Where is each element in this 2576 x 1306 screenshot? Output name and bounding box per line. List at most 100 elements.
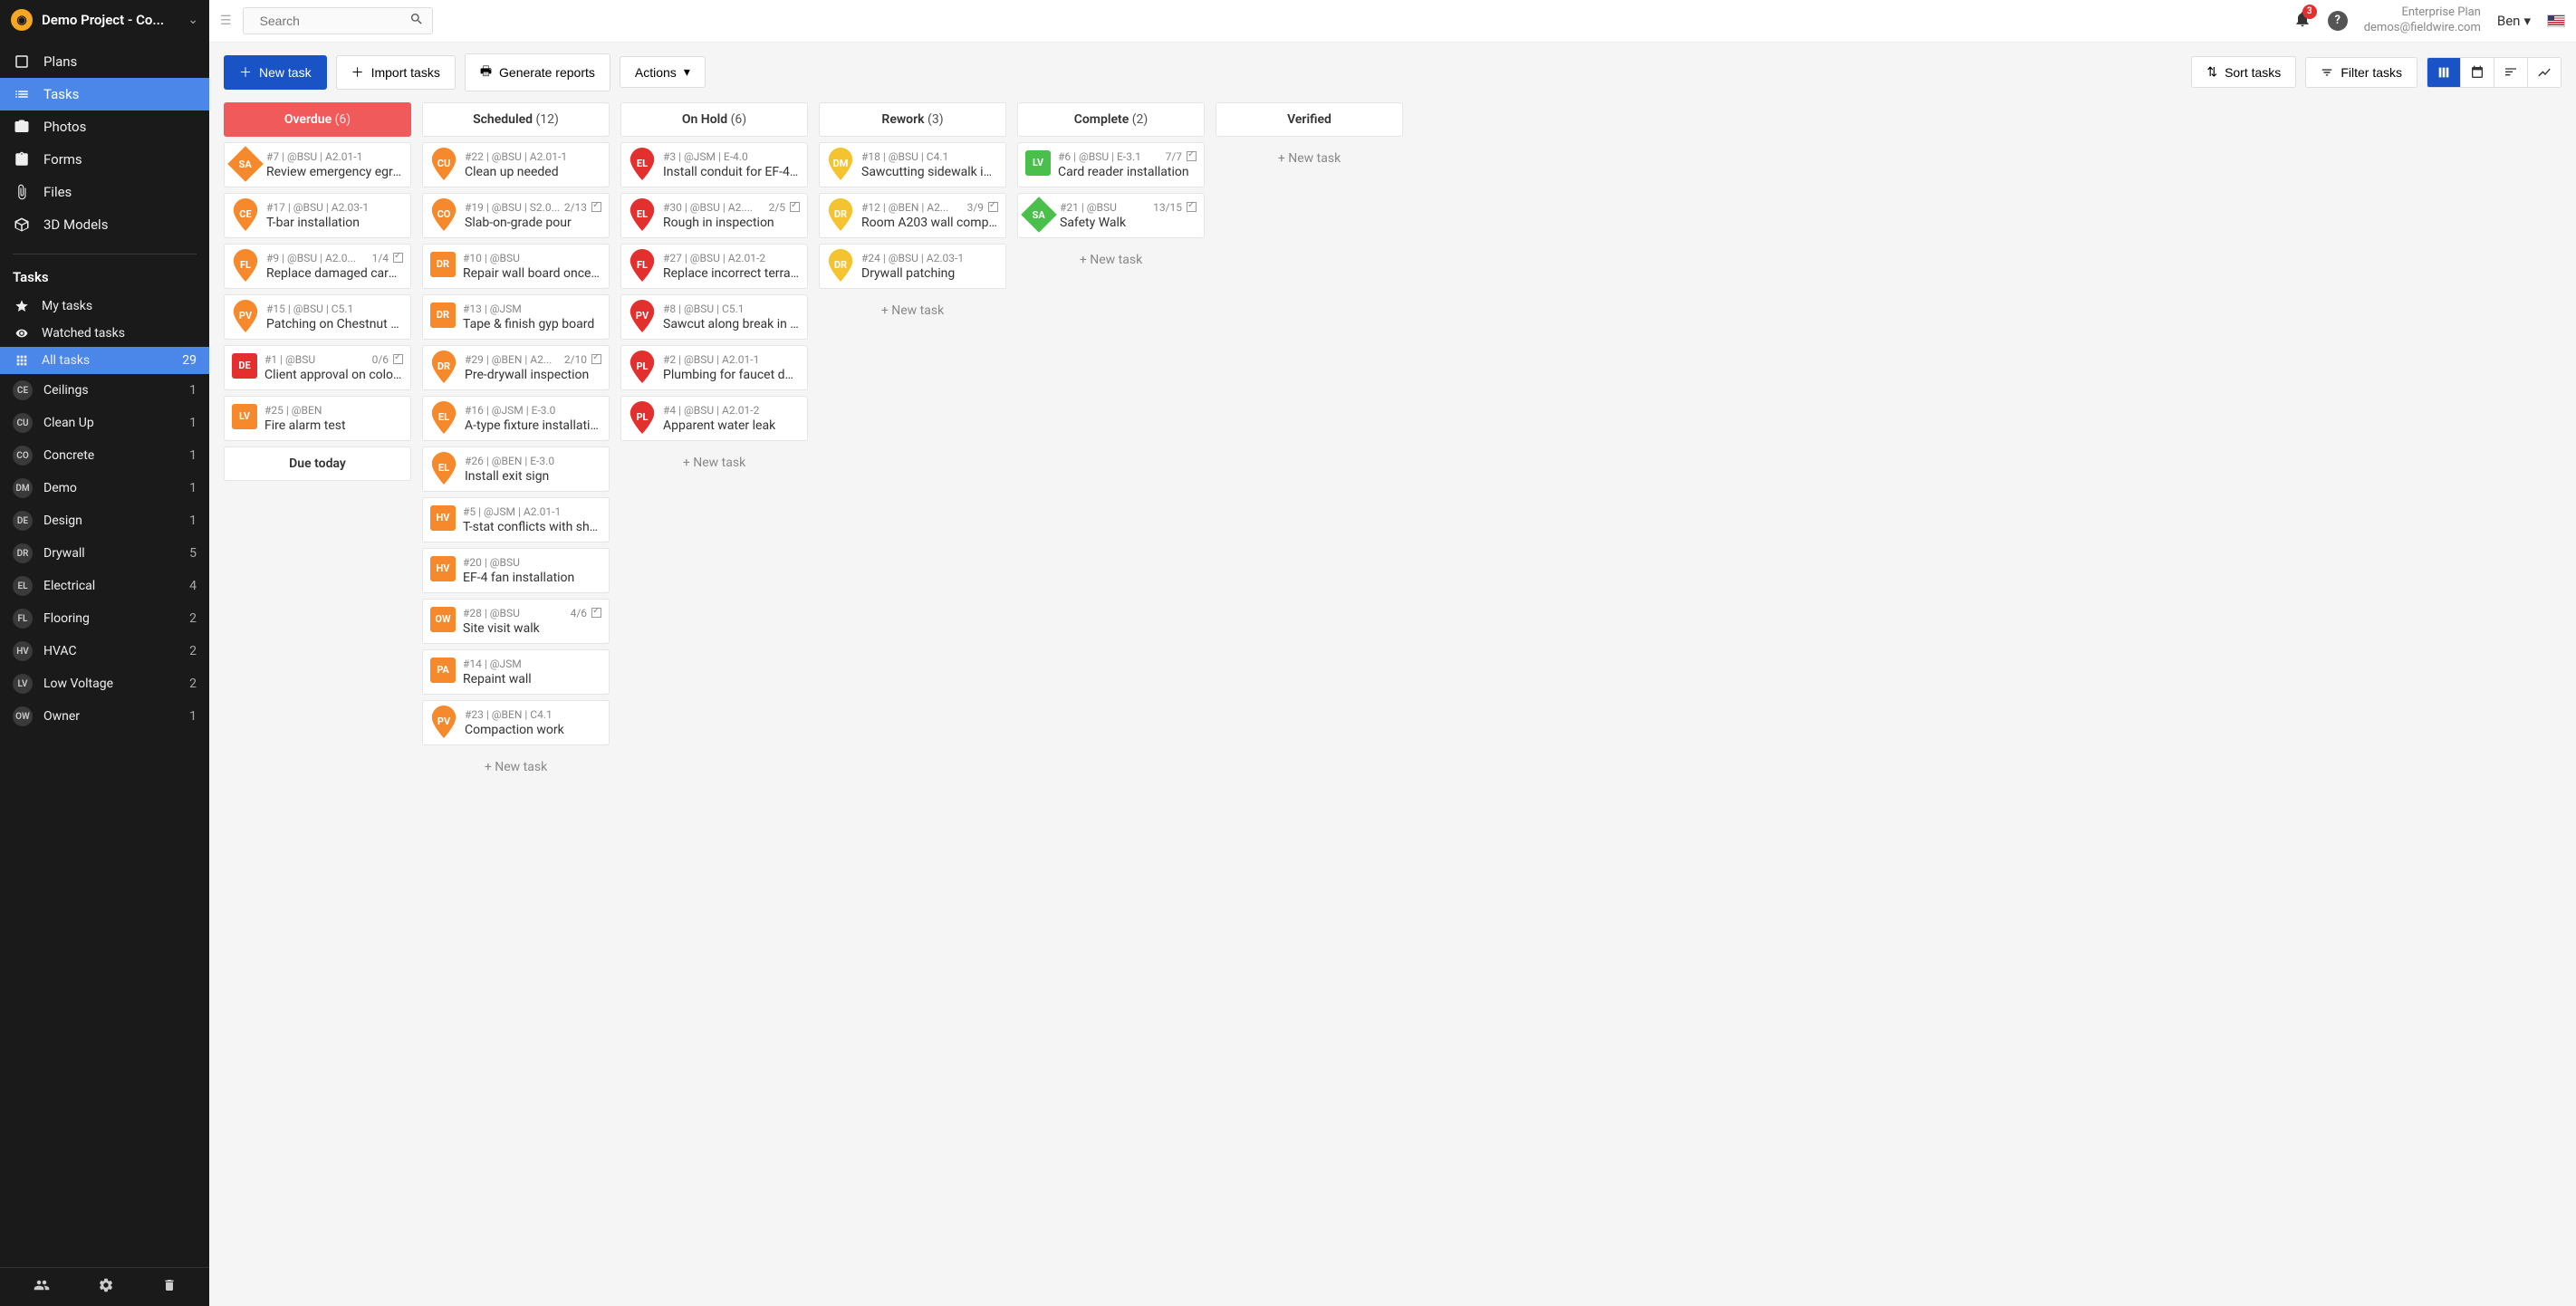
project-switcher[interactable]: ◉ Demo Project - Co... ⌄ [0,0,209,40]
column-header[interactable]: Complete (2) [1017,102,1205,137]
task-card[interactable]: EL#26 | @BEN | E-3.0Install exit sign [422,447,610,492]
task-card[interactable]: CO#19 | @BSU | S2.0...2/13 Slab-on-grade… [422,193,610,238]
add-task-button[interactable]: + New task [620,447,808,479]
task-title: Repaint wall [463,672,601,687]
category-el[interactable]: ELElectrical4 [0,570,209,602]
category-count: 1 [189,416,197,430]
task-card[interactable]: EL#30 | @BSU | A2....2/5 Rough in inspec… [620,193,808,238]
people-icon[interactable] [33,1277,51,1297]
category-lv[interactable]: LVLow Voltage2 [0,667,209,700]
task-title: Apparent water leak [663,418,800,433]
task-card[interactable]: PL#4 | @BSU | A2.01-2Apparent water leak [620,396,808,441]
task-card[interactable]: OW#28 | @BSU4/6 Site visit walk [422,599,610,644]
task-card[interactable]: CU#22 | @BSU | A2.01-1Clean up needed [422,142,610,187]
task-card[interactable]: DR#10 | @BSURepair wall board once t... [422,244,610,289]
task-card[interactable]: FL#9 | @BSU | A2.0...1/4 Replace damaged… [224,244,411,289]
column-header[interactable]: Rework (3) [819,102,1006,137]
task-card[interactable]: EL#16 | @JSM | E-3.0A-type fixture insta… [422,396,610,441]
task-card[interactable]: DM#18 | @BSU | C4.1Sawcutting sidewalk i… [819,142,1006,187]
column-header[interactable]: Overdue (6) [224,102,411,137]
column-header[interactable]: Scheduled (12) [422,102,610,137]
column-title: Rework [881,112,924,127]
category-ow[interactable]: OWOwner1 [0,700,209,733]
task-card[interactable]: PV#15 | @BSU | C5.1Patching on Chestnut … [224,294,411,340]
view-kanban-button[interactable] [2427,58,2461,87]
gear-icon[interactable] [98,1277,114,1297]
task-meta: #1 | @BSU [264,353,315,366]
task-card[interactable]: PV#23 | @BEN | C4.1Compaction work [422,700,610,745]
search-input[interactable] [243,7,433,34]
task-card[interactable]: FL#27 | @BSU | A2.01-2Replace incorrect … [620,244,808,289]
filter-all[interactable]: All tasks29 [0,347,209,374]
filter-tasks-button[interactable]: Filter tasks [2305,57,2417,88]
task-card[interactable]: EL#3 | @JSM | E-4.0Install conduit for E… [620,142,808,187]
add-task-button[interactable]: + New task [1017,244,1205,276]
task-card[interactable]: DR#29 | @BEN | A2...2/10 Pre-drywall ins… [422,345,610,390]
category-badge: HV [13,641,33,661]
category-dm[interactable]: DMDemo1 [0,472,209,504]
task-card[interactable]: HV#5 | @JSM | A2.01-1T-stat conflicts wi… [422,497,610,543]
nav-photos[interactable]: Photos [0,110,209,143]
category-cu[interactable]: CUClean Up1 [0,407,209,439]
nav-tasks[interactable]: Tasks [0,78,209,110]
task-card[interactable]: SA#7 | @BSU | A2.01-1Review emergency eg… [224,142,411,187]
category-badge: DM [13,478,33,498]
help-button[interactable]: ? [2328,11,2348,31]
category-fl[interactable]: FLFlooring2 [0,602,209,635]
task-meta: #15 | @BSU | C5.1 [266,302,353,315]
nav-label: Files [43,184,72,200]
task-card[interactable]: LV#6 | @BSU | E-3.17/7 Card reader insta… [1017,142,1205,187]
task-card[interactable]: PV#8 | @BSU | C5.1Sawcut along break in … [620,294,808,340]
view-calendar-button[interactable] [2461,58,2494,87]
task-title: T-bar installation [266,216,403,230]
category-dr[interactable]: DRDrywall5 [0,537,209,570]
column-header[interactable]: Verified [1216,102,1403,137]
add-task-button[interactable]: + New task [422,751,610,783]
view-gantt-button[interactable] [2494,58,2528,87]
sort-tasks-button[interactable]: ⇅ Sort tasks [2191,56,2296,88]
task-card[interactable]: DE#1 | @BSU0/6 Client approval on color … [224,345,411,390]
category-de[interactable]: DEDesign1 [0,504,209,537]
task-card[interactable]: DR#13 | @JSMTape & finish gyp board [422,294,610,340]
category-label: Clean Up [43,416,178,430]
user-menu[interactable]: Ben ▾ [2497,13,2531,29]
kanban-board: Overdue (6) SA#7 | @BSU | A2.01-1Review e… [209,102,2576,1306]
add-task-button[interactable]: + New task [1216,142,1403,175]
nav-models[interactable]: 3D Models [0,208,209,241]
menu-icon[interactable]: ☰ [220,14,232,28]
actions-button[interactable]: Actions ▾ [620,56,706,88]
add-task-button[interactable]: + New task [819,294,1006,327]
task-card[interactable]: DR#12 | @BEN | A2...3/9 Room A203 wall c… [819,193,1006,238]
nav-files[interactable]: Files [0,176,209,208]
task-card[interactable]: PL#2 | @BSU | A2.01-1Plumbing for faucet… [620,345,808,390]
task-card[interactable]: DR#24 | @BSU | A2.03-1Drywall patching [819,244,1006,289]
generate-reports-button[interactable]: 🖶 Generate reports [465,53,610,91]
column-header[interactable]: On Hold (6) [620,102,808,137]
new-task-button[interactable]: ＋ New task [224,55,327,90]
task-title: Tape & finish gyp board [463,317,601,331]
locale-flag[interactable] [2547,14,2565,27]
task-title: A-type fixture installation [465,418,601,433]
import-tasks-button[interactable]: ＋ Import tasks [336,55,456,90]
category-ce[interactable]: CECeilings1 [0,374,209,407]
filter-my[interactable]: My tasks [0,293,209,320]
nav-forms[interactable]: Forms [0,143,209,176]
trash-icon[interactable] [162,1277,177,1297]
task-title: Sawcut along break in as... [663,317,800,331]
nav-plans[interactable]: Plans [0,45,209,78]
task-card[interactable]: SA#21 | @BSU13/15 Safety Walk [1017,193,1205,238]
search-icon[interactable] [409,12,424,30]
filter-watched[interactable]: Watched tasks [0,320,209,347]
task-title: Slab-on-grade pour [465,216,601,230]
task-card[interactable]: LV#25 | @BENFire alarm test [224,396,411,441]
task-card[interactable]: CE#17 | @BSU | A2.03-1T-bar installation [224,193,411,238]
task-card[interactable]: PA#14 | @JSMRepaint wall [422,649,610,695]
notifications-button[interactable]: 3 [2293,10,2312,32]
sort-icon: ⇅ [2206,64,2217,80]
plus-icon: ＋ [239,63,252,82]
category-co[interactable]: COConcrete1 [0,439,209,472]
task-marker: EL [430,455,457,482]
view-analytics-button[interactable] [2528,58,2561,87]
category-hv[interactable]: HVHVAC2 [0,635,209,667]
task-card[interactable]: HV#20 | @BSUEF-4 fan installation [422,548,610,593]
